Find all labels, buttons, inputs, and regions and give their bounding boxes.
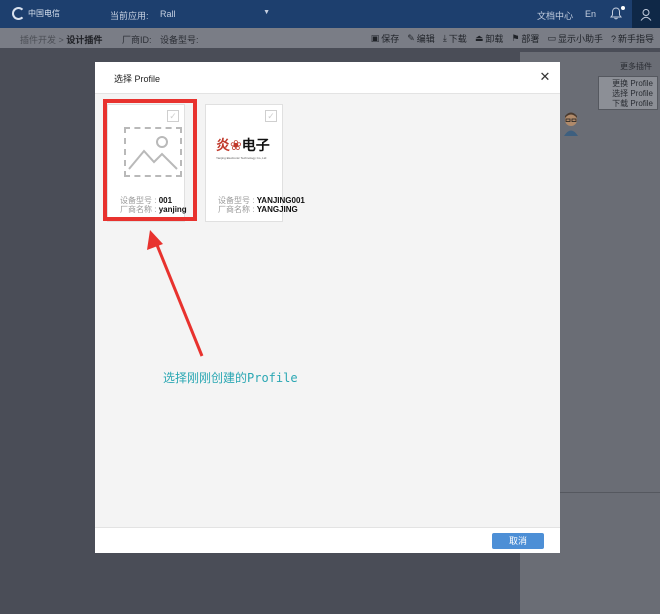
breadcrumb-design-plugin: 设计插件: [66, 35, 103, 45]
brand-logo-text: 中国电信: [28, 9, 60, 18]
profile-card-info: 设备型号 : YANJING001 厂商名称 : YANGJING: [218, 196, 305, 214]
plugin-toolbar: 插件开发 > 设计插件 厂商ID: 设备型号: ▣ 保存 ✎ 编辑 ⤓ 下载 ⏏ 卸载 …: [0, 28, 660, 48]
save-label: 保存: [381, 34, 400, 44]
download-icon: ⤓: [442, 33, 447, 43]
assistant-tip-bubble: 更换 Profile 选择 Profile 下载 Profile: [598, 76, 658, 110]
dialog-header: 选择 Profile ✕: [95, 62, 560, 94]
profile-card[interactable]: ✓ 炎❀电子 Yanjing Electronic Technology Co.…: [205, 104, 305, 222]
help-icon: ?: [610, 33, 616, 44]
download-button[interactable]: ⤓ 下载: [443, 32, 467, 45]
save-button[interactable]: ▣ 保存: [371, 32, 400, 45]
uninstall-label: 卸载: [485, 34, 504, 44]
vendor-logo-text-b: 电子: [241, 137, 270, 153]
edit-icon: ✎: [407, 33, 415, 43]
highlight-box: [103, 99, 197, 221]
cancel-button[interactable]: 取消: [492, 533, 544, 549]
vendor-logo-subtitle: Yanjing Electronic Technology Co.,Ltd: [216, 156, 267, 160]
tip-line: 更换 Profile: [612, 79, 653, 88]
toolbar-actions: ▣ 保存 ✎ 编辑 ⤓ 下载 ⏏ 卸载 ⚑ 部署 ▭ 显示小助手 ? 新手指导: [371, 32, 654, 45]
annotation-text: 选择刚刚创建的Profile: [163, 371, 298, 385]
notification-dot: [621, 6, 625, 10]
device-model-value: YANJING001: [256, 196, 305, 205]
uninstall-button[interactable]: ⏏ 卸载: [475, 32, 504, 45]
top-navbar: 中国电信 当前应用: Rall ▼ 文档中心 En: [0, 0, 660, 28]
breadcrumb-separator: >: [58, 35, 64, 45]
edit-button[interactable]: ✎ 编辑: [407, 32, 435, 45]
checkbox-icon[interactable]: ✓: [265, 110, 277, 122]
vendor-name-key: 厂商名称 :: [218, 205, 255, 214]
chevron-down-icon: ▼: [263, 9, 270, 16]
assistant-avatar-icon: [564, 112, 578, 136]
dialog-footer: 取消: [95, 527, 560, 553]
deploy-label: 部署: [521, 34, 540, 44]
notification-bell-icon[interactable]: [610, 6, 625, 20]
deploy-button[interactable]: ⚑ 部署: [511, 32, 539, 45]
deploy-icon: ⚑: [511, 33, 520, 43]
current-app-select[interactable]: Rall ▼: [160, 9, 270, 19]
vendor-id-label: 厂商ID:: [122, 35, 152, 45]
save-icon: ▣: [370, 33, 380, 43]
tip-line: 下载 Profile: [612, 99, 653, 108]
brand-logo[interactable]: 中国电信: [12, 7, 60, 20]
edit-label: 编辑: [416, 34, 435, 44]
show-assistant-button[interactable]: ▭ 显示小助手: [547, 32, 603, 45]
breadcrumb-plugin-dev[interactable]: 插件开发: [20, 35, 56, 45]
beginner-guide-button[interactable]: ? 新手指导: [611, 32, 654, 45]
device-model-label: 设备型号:: [160, 35, 199, 45]
vendor-logo-text-a: 炎: [216, 137, 230, 153]
more-plugins-link[interactable]: 更多插件: [620, 61, 652, 72]
dialog-title: 选择 Profile: [114, 74, 161, 84]
tip-line: 选择 Profile: [612, 89, 653, 98]
vendor-logo: 炎❀电子 Yanjing Electronic Technology Co.,L…: [216, 135, 274, 160]
show-assistant-label: 显示小助手: [557, 34, 603, 44]
language-toggle[interactable]: En: [585, 9, 596, 19]
user-icon: [640, 8, 652, 21]
vendor-name-value: YANGJING: [256, 205, 298, 214]
user-menu-button[interactable]: [632, 0, 660, 28]
brand-logo-icon: [12, 7, 25, 20]
current-app-value: Rall: [160, 9, 176, 19]
breadcrumb: 插件开发 > 设计插件: [20, 33, 102, 46]
device-model-key: 设备型号 :: [218, 196, 255, 205]
beginner-guide-label: 新手指导: [617, 34, 654, 44]
uninstall-icon: ⏏: [474, 33, 484, 43]
monitor-icon: ▭: [547, 33, 556, 43]
current-app-label: 当前应用:: [110, 11, 149, 21]
vendor-logo-symbol-icon: ❀: [230, 137, 242, 153]
docs-center-link[interactable]: 文档中心: [537, 9, 573, 22]
close-icon[interactable]: ✕: [538, 70, 552, 84]
download-label: 下载: [448, 34, 467, 44]
